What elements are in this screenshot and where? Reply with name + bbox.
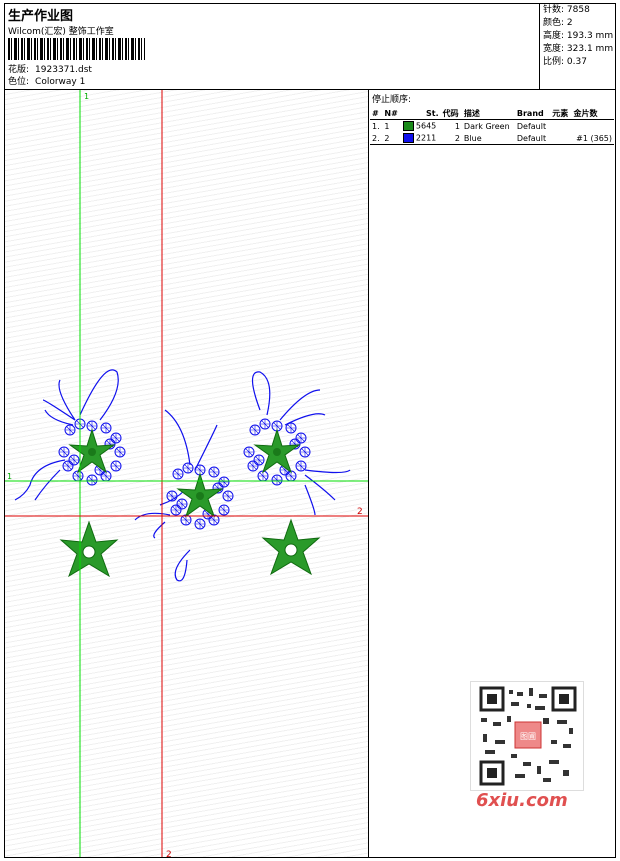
page-title: 生产作业图 — [8, 9, 74, 24]
guide-label-h2: 2 — [357, 507, 363, 517]
stop-sequence-table: # N# St. 代码 描述 Brand 元素 金片数 1. 1 5645 1 … — [370, 107, 614, 145]
stop-sequence-title: 停止顺序: — [372, 95, 412, 105]
guide-label-h1: 1 — [7, 472, 12, 481]
stat-width: 宽度: 323.1 mm — [543, 44, 614, 54]
watermark-site: 6xiu.com — [476, 790, 568, 811]
colorway-value: Colorway 1 — [35, 77, 86, 87]
lace-flower-left — [59, 419, 125, 485]
guide-label-v1: 1 — [84, 92, 89, 101]
qr-pattern: 图圃 — [479, 686, 577, 786]
stat-colors: 颜色: 2 — [543, 18, 573, 28]
table-row: 1. 1 5645 1 Dark Green Default — [372, 121, 547, 131]
stat-stitches: 针数: 7858 — [543, 5, 590, 15]
leaf-flower-left — [60, 521, 118, 577]
table-header: # N# St. 代码 描述 Brand 元素 金片数 — [370, 107, 614, 120]
stat-scale: 比例: 0.37 — [543, 57, 587, 67]
color-swatch — [402, 133, 414, 143]
embroidery-preview: 1 2 1 2 — [5, 90, 368, 857]
guide-label-v2: 2 — [166, 850, 172, 857]
design-stats: 针数: 7858 颜色: 2 高度: 193.3 mm 宽度: 323.1 mm… — [539, 4, 616, 89]
stat-height: 高度: 193.3 mm — [543, 31, 614, 41]
barcode — [8, 38, 145, 60]
lace-flower-right — [244, 419, 310, 485]
leaf-flower-right — [262, 519, 320, 575]
table-row: 2. 2 2211 2 Blue Default #1 (365) — [370, 132, 614, 145]
color-swatch — [402, 121, 414, 131]
design-canvas: 1 2 1 2 — [5, 90, 369, 857]
qr-logo-text: 图圃 — [520, 732, 536, 741]
lace-flower-center — [167, 463, 233, 529]
qr-code: 图圃 — [470, 681, 584, 791]
studio-name: Wilcom(汇宏) 整饰工作室 — [8, 27, 114, 37]
sheet-header: 生产作业图 Wilcom(汇宏) 整饰工作室 花版: 1923371.dst 色位… — [5, 4, 615, 90]
colorway-row: 色位: Colorway 1 — [8, 77, 86, 87]
